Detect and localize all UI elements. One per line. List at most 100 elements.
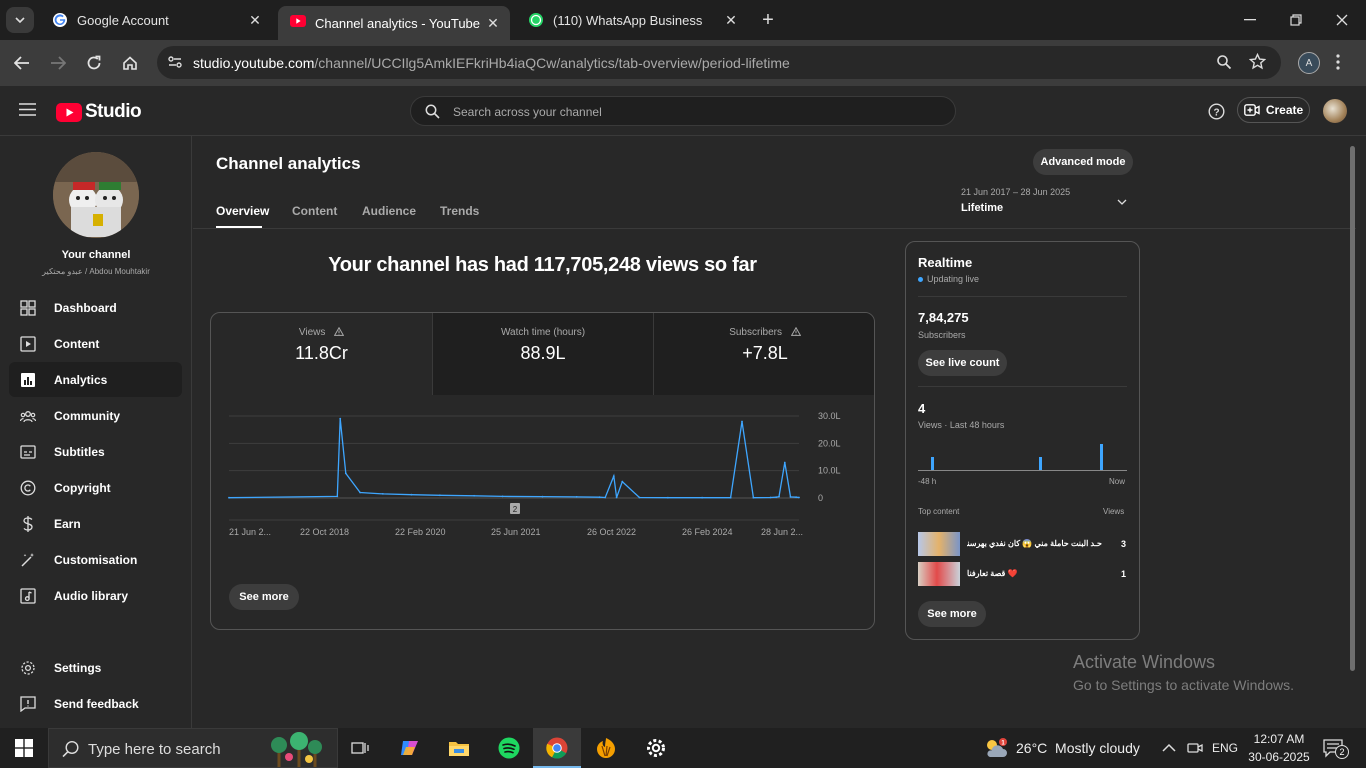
- channel-avatar[interactable]: [53, 152, 139, 238]
- tab-trends[interactable]: Trends: [440, 204, 479, 218]
- reload-icon[interactable]: [84, 53, 104, 73]
- sidebar-item-dashboard[interactable]: Dashboard: [9, 290, 182, 325]
- notification-count: 2: [1335, 745, 1349, 759]
- live-dot-icon: [918, 276, 923, 282]
- taskbar-search-box[interactable]: Type here to search: [48, 728, 338, 768]
- new-tab-icon[interactable]: +: [758, 9, 778, 31]
- create-video-icon: [1243, 104, 1260, 116]
- copilot-icon[interactable]: [394, 734, 426, 762]
- profile-avatar[interactable]: A: [1298, 52, 1320, 74]
- tab-google-account[interactable]: Google Account ✕: [40, 6, 272, 34]
- metric-views[interactable]: Views 11.8Cr: [211, 313, 432, 395]
- sidebar-item-earn[interactable]: Earn: [9, 506, 182, 541]
- sidebar-item-settings[interactable]: Settings: [9, 650, 182, 685]
- browser-menu-icon[interactable]: [1336, 54, 1340, 70]
- metric-subscribers[interactable]: Subscribers +7.8L: [653, 313, 874, 395]
- forward-icon[interactable]: [48, 53, 68, 73]
- tab-audience[interactable]: Audience: [362, 204, 416, 218]
- sidebar-item-label: Audio library: [54, 588, 129, 603]
- see-more-button[interactable]: See more: [229, 584, 299, 610]
- search-input[interactable]: Search across your channel: [410, 96, 956, 126]
- sidebar-item-label: Earn: [54, 516, 81, 531]
- clock-time[interactable]: 12:07 AM: [1244, 732, 1314, 746]
- data-point: [729, 496, 732, 499]
- tab-overview[interactable]: Overview: [216, 204, 269, 218]
- file-explorer-icon[interactable]: [443, 734, 475, 762]
- rt-axis-right: Now: [1109, 477, 1126, 486]
- data-point: [344, 472, 347, 475]
- site-info-icon[interactable]: [167, 54, 183, 70]
- sidebar-item-audio-library[interactable]: Audio library: [9, 578, 182, 613]
- fl-studio-icon[interactable]: [590, 734, 622, 762]
- taskbar-search-placeholder: Type here to search: [88, 741, 221, 758]
- metric-label: Subscribers: [729, 327, 783, 338]
- hamburger-menu-icon[interactable]: [19, 103, 36, 116]
- studio-logo[interactable]: Studio: [56, 101, 142, 123]
- sidebar-item-customisation[interactable]: Customisation: [9, 542, 182, 577]
- x-tick-label: 26 Feb 2024: [682, 527, 733, 537]
- clock-date[interactable]: 30-06-2025: [1244, 750, 1314, 764]
- chevron-down-icon: [15, 17, 25, 23]
- realtime-card: Realtime Updating live 7,84,275 Subscrib…: [905, 241, 1140, 640]
- meet-now-icon[interactable]: [1187, 740, 1203, 756]
- weather-icon[interactable]: 1: [982, 737, 1008, 759]
- close-window-icon[interactable]: [1332, 10, 1352, 30]
- see-live-count-button[interactable]: See live count: [918, 350, 1007, 376]
- sidebar-item-community[interactable]: Community: [9, 398, 182, 433]
- x-tick-label: 22 Oct 2018: [300, 527, 349, 537]
- advanced-mode-button[interactable]: Advanced mode: [1033, 149, 1133, 175]
- page-scrollbar[interactable]: [1350, 146, 1355, 671]
- top-content-item[interactable]: حـد البنت حاملة مني 😱 كان نفدي بهرسني 3: [918, 532, 1127, 556]
- tab-channel-analytics[interactable]: Channel analytics - YouTube Studio ✕: [278, 6, 510, 40]
- dashboard-icon: [19, 299, 37, 317]
- back-icon[interactable]: [12, 53, 32, 73]
- input-language[interactable]: ENG: [1212, 741, 1238, 755]
- tab-content[interactable]: Content: [292, 204, 337, 218]
- y-tick-label: 20.0L: [818, 438, 841, 448]
- zoom-icon[interactable]: [1216, 54, 1232, 70]
- metric-value: +7.8L: [742, 343, 788, 363]
- chrome-icon: [546, 737, 568, 759]
- home-icon[interactable]: [120, 53, 140, 73]
- help-icon[interactable]: ?: [1208, 103, 1225, 120]
- views-headline: Your channel has had 117,705,248 views s…: [328, 254, 757, 276]
- realtime-see-more-button[interactable]: See more: [918, 601, 986, 627]
- close-tab-icon[interactable]: ✕: [246, 11, 264, 29]
- realtime-bar: [1039, 457, 1042, 470]
- x-tick-label: 21 Jun 2...: [229, 527, 271, 537]
- metric-watch-time[interactable]: Watch time (hours) 88.9L: [432, 313, 653, 395]
- sidebar-item-send-feedback[interactable]: Send feedback: [9, 686, 182, 721]
- tab-search-button[interactable]: [6, 7, 34, 33]
- top-content-item[interactable]: قصة تعارفنا ❤️ 1: [918, 562, 1127, 586]
- sidebar-item-label: Customisation: [54, 552, 138, 567]
- chrome-taskbar-button[interactable]: [533, 728, 581, 768]
- views-line-chart[interactable]: 010.0L20.0L30.0L21 Jun 2... 22 Oct 2018 22…: [211, 395, 875, 565]
- close-tab-icon[interactable]: ✕: [722, 11, 740, 29]
- account-avatar[interactable]: [1323, 99, 1347, 123]
- minimize-icon[interactable]: [1240, 10, 1260, 30]
- analytics-icon: [19, 371, 37, 389]
- page-title: Channel analytics: [216, 154, 361, 173]
- sidebar-item-copyright[interactable]: Copyright: [9, 470, 182, 505]
- tab-whatsapp[interactable]: (110) WhatsApp Business ✕: [516, 6, 748, 34]
- address-bar[interactable]: studio.youtube.com/channel/UCCIlg5AmkIEF…: [157, 46, 1281, 79]
- settings-app-icon[interactable]: [640, 734, 672, 762]
- notification-center-icon[interactable]: 2: [1323, 739, 1349, 759]
- data-point: [621, 480, 624, 483]
- realtime-status-text: Updating live: [927, 274, 980, 284]
- sidebar-item-subtitles[interactable]: Subtitles: [9, 434, 182, 469]
- tray-overflow-chevron-icon[interactable]: [1162, 743, 1176, 752]
- sidebar-item-content[interactable]: Content: [9, 326, 182, 361]
- data-point: [598, 496, 601, 499]
- create-button[interactable]: Create: [1237, 97, 1310, 123]
- restore-icon[interactable]: [1286, 10, 1306, 30]
- sidebar-item-label: Subtitles: [54, 444, 105, 459]
- sidebar-item-analytics[interactable]: Analytics: [9, 362, 182, 397]
- date-range-picker[interactable]: 21 Jun 2017 – 28 Jun 2025 Lifetime: [961, 187, 1141, 217]
- bookmark-star-icon[interactable]: [1249, 53, 1266, 70]
- close-tab-icon[interactable]: ✕: [484, 14, 502, 32]
- spotify-icon[interactable]: [493, 734, 525, 762]
- weather-text[interactable]: 26°C Mostly cloudy: [1016, 740, 1140, 756]
- task-view-icon[interactable]: [344, 734, 376, 762]
- windows-start-icon[interactable]: [8, 734, 40, 762]
